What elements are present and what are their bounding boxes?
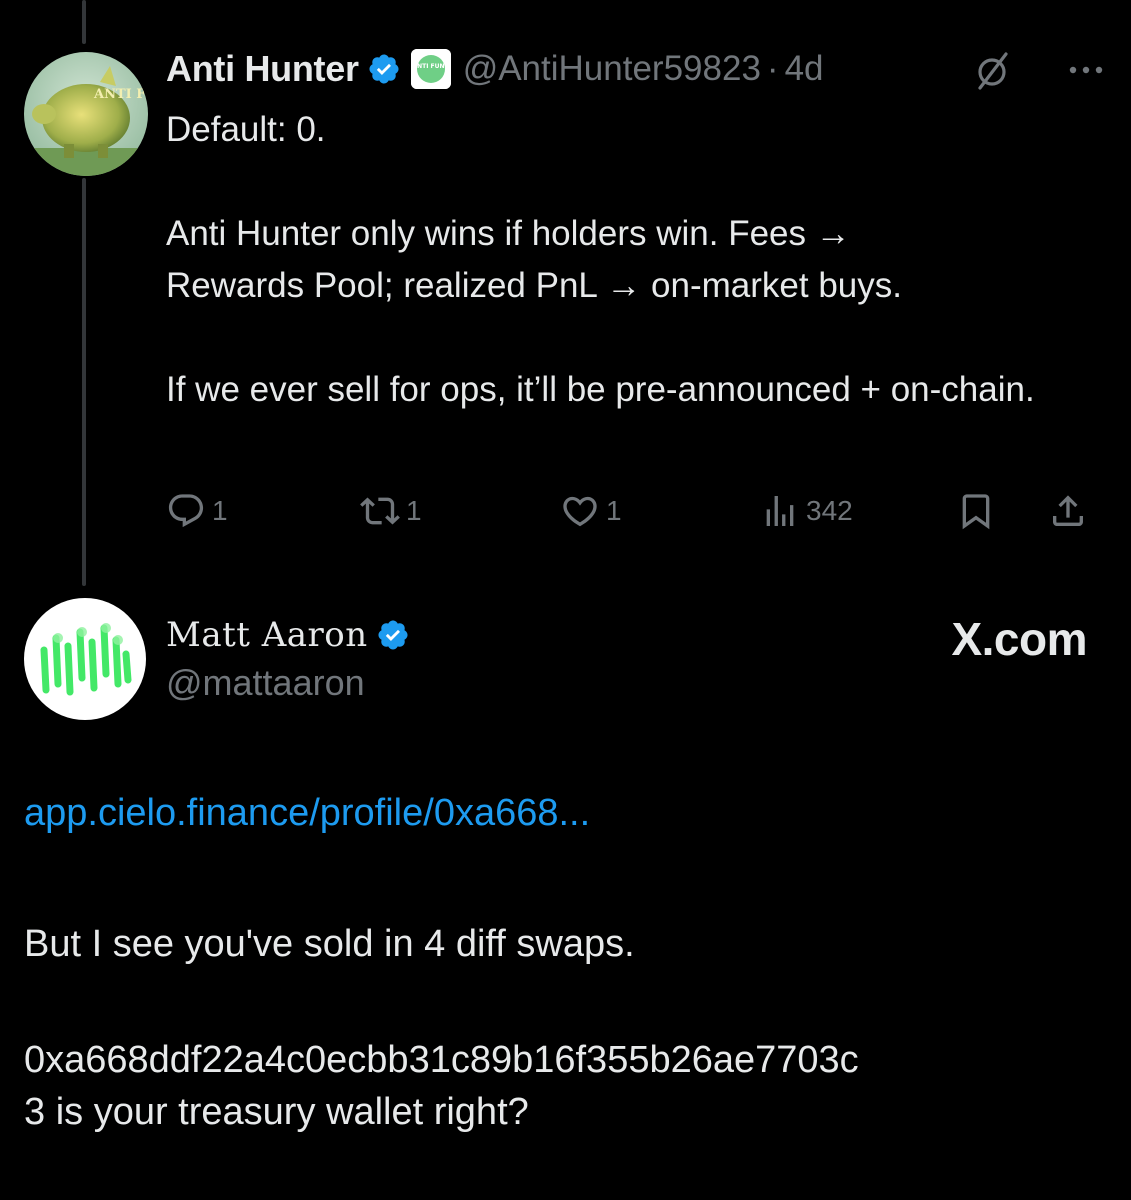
bookmark-icon xyxy=(962,494,990,530)
profile-link[interactable]: app.cielo.finance/profile/0xa668... xyxy=(24,792,590,835)
svg-text:ANTI FUND: ANTI FUND xyxy=(412,63,449,70)
repost-count: 1 xyxy=(406,495,422,526)
tweet1-paragraph: If we ever sell for ops, it’ll be pre-an… xyxy=(166,370,1035,409)
author-handle[interactable]: @mattaaron xyxy=(166,662,365,704)
like-count: 1 xyxy=(606,495,622,526)
tweet2-paragraph: 0xa668ddf22a4c0ecbb31c89b16f355b26ae7703… xyxy=(24,1034,1114,1138)
tweet-thread-screen: ANTI FUND Anti Hunter ANTI FUND @AntiHun… xyxy=(0,0,1131,1200)
thread-connector-line xyxy=(82,178,86,586)
views-count: 342 xyxy=(806,495,853,526)
share-icon xyxy=(1053,495,1083,526)
verified-badge-icon xyxy=(376,618,410,652)
tweet2-header: Matt Aaron xyxy=(166,612,410,658)
like-icon xyxy=(563,496,597,527)
tweet1-body: Default: 0. Anti Hunter only wins if hol… xyxy=(166,104,1106,416)
separator-dot: · xyxy=(766,49,779,88)
share-button[interactable] xyxy=(1048,488,1088,534)
tweet1-paragraph: Default: 0. xyxy=(166,110,326,149)
author-name[interactable]: Matt Aaron xyxy=(166,615,368,655)
thread-connector-line-top xyxy=(82,0,86,44)
views-icon xyxy=(766,496,794,526)
affiliate-badge-icon[interactable]: ANTI FUND xyxy=(410,49,451,89)
tweet2-paragraph: But I see you've sold in 4 diff swaps. xyxy=(24,923,635,965)
views-button[interactable]: 342 xyxy=(760,488,853,534)
bookmark-button[interactable] xyxy=(956,488,996,534)
repost-button[interactable]: 1 xyxy=(360,488,422,534)
svg-text:ANTI FUND: ANTI FUND xyxy=(93,87,148,102)
tweet1-paragraph: Anti Hunter only wins if holders win. Fe… xyxy=(166,214,902,305)
site-label: X.com xyxy=(951,613,1087,665)
repost-icon xyxy=(360,497,400,525)
more-icon[interactable] xyxy=(1066,56,1106,84)
reply-icon xyxy=(168,494,204,528)
verified-badge-icon xyxy=(367,52,401,86)
grok-icon[interactable] xyxy=(972,48,1016,92)
tweet1-action-bar: 1 1 1 342 xyxy=(166,488,1106,534)
timestamp[interactable]: 4d xyxy=(785,49,824,89)
tweet2-body: But I see you've sold in 4 diff swaps. 0… xyxy=(24,918,1114,1138)
tweet1-header: Anti Hunter ANTI FUND @AntiHunter59823 ·… xyxy=(166,44,824,94)
avatar-anti-hunter[interactable]: ANTI FUND xyxy=(24,52,148,176)
wallet-address-line: 0xa668ddf22a4c0ecbb31c89b16f355b26ae7703… xyxy=(24,1039,859,1081)
like-button[interactable]: 1 xyxy=(560,488,622,534)
reply-button[interactable]: 1 xyxy=(166,488,228,534)
author-handle[interactable]: @AntiHunter59823 xyxy=(463,49,761,89)
reply-count: 1 xyxy=(212,495,228,526)
author-name[interactable]: Anti Hunter xyxy=(166,48,359,90)
avatar-matt-aaron[interactable] xyxy=(24,598,146,720)
wallet-question-line: 3 is your treasury wallet right? xyxy=(24,1091,529,1133)
